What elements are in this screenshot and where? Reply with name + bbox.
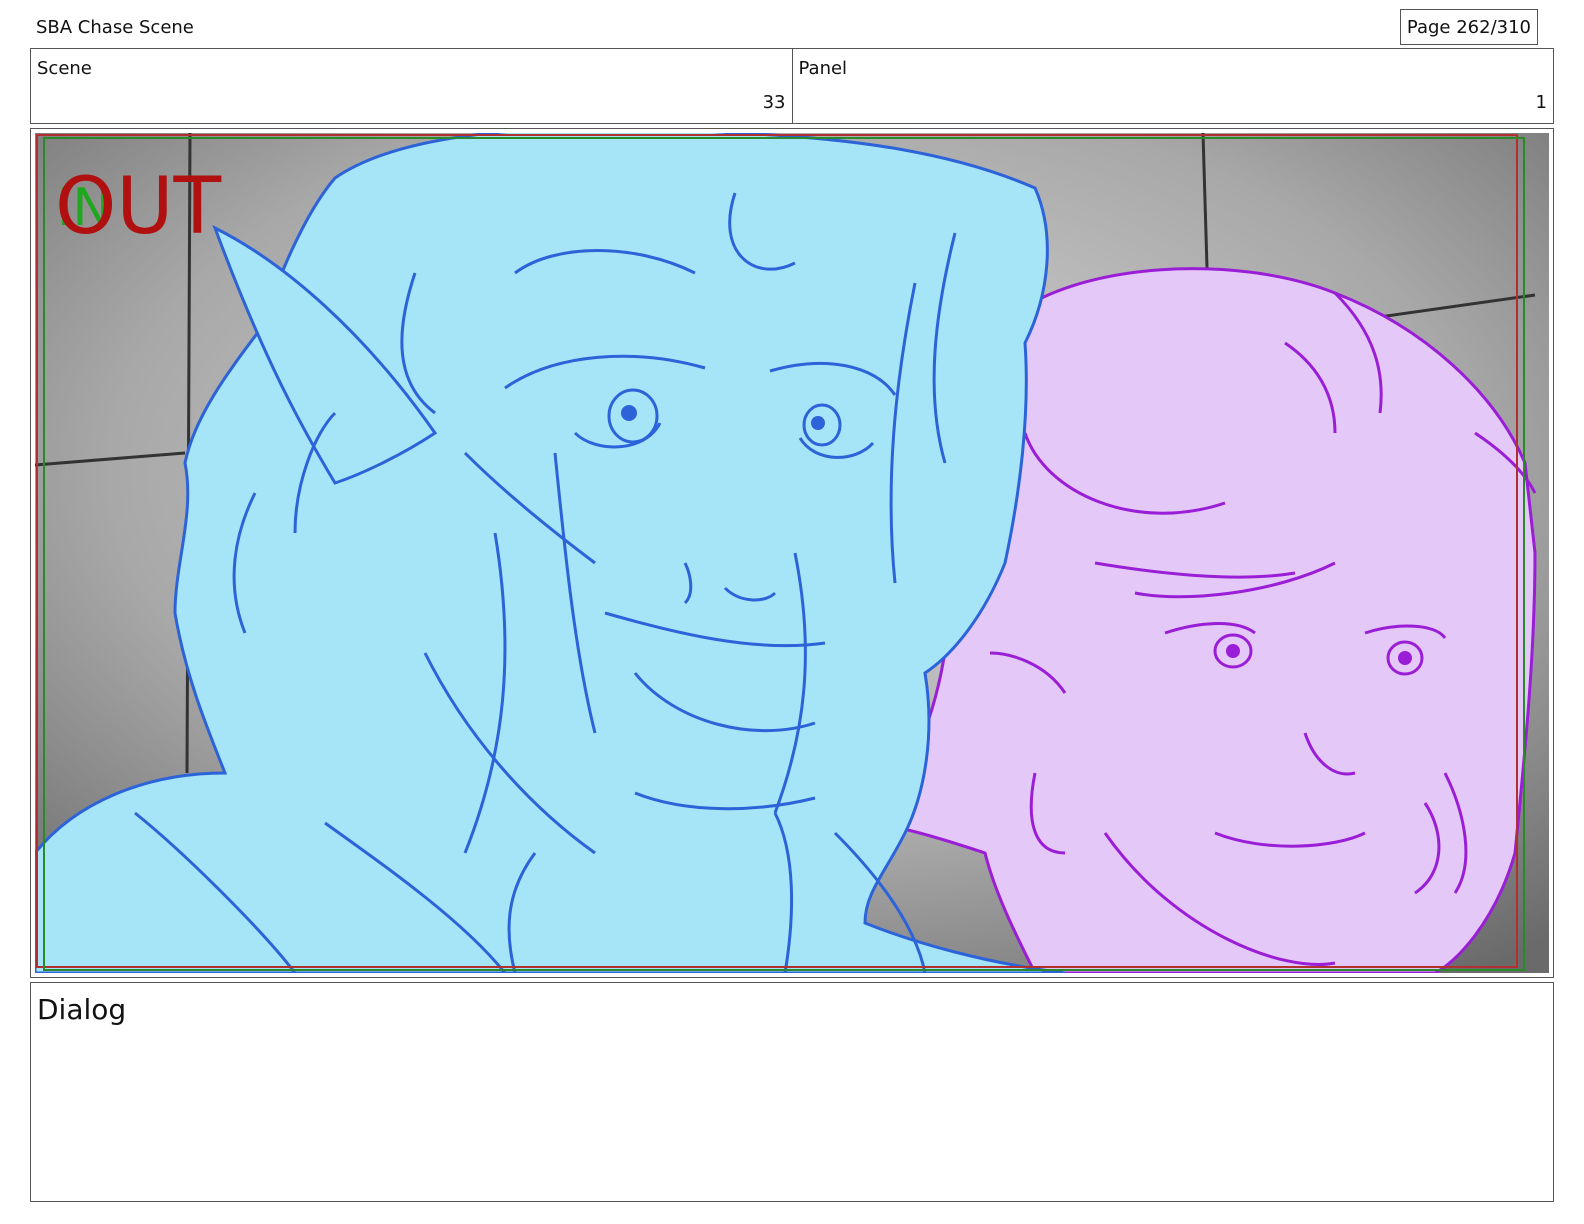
dialog-label: Dialog	[37, 993, 127, 1026]
scene-label: Scene	[37, 58, 92, 79]
panel-number: 1	[1535, 92, 1547, 113]
scene-number: 33	[762, 92, 786, 113]
scene-cell: Scene 33	[31, 49, 792, 123]
storyboard-drawing: IN OUT	[35, 133, 1549, 973]
panel-label: Panel	[798, 58, 848, 79]
storyboard-frame: IN OUT	[30, 128, 1554, 978]
out-marker: OUT	[55, 162, 221, 252]
page-number: Page 262/310	[1399, 9, 1538, 45]
dialog-box: Dialog	[30, 982, 1554, 1202]
document-title: SBA Chase Scene	[36, 17, 194, 38]
panel-cell: Panel 1	[791, 49, 1554, 123]
scene-panel-row: Scene 33 Panel 1	[30, 48, 1554, 124]
